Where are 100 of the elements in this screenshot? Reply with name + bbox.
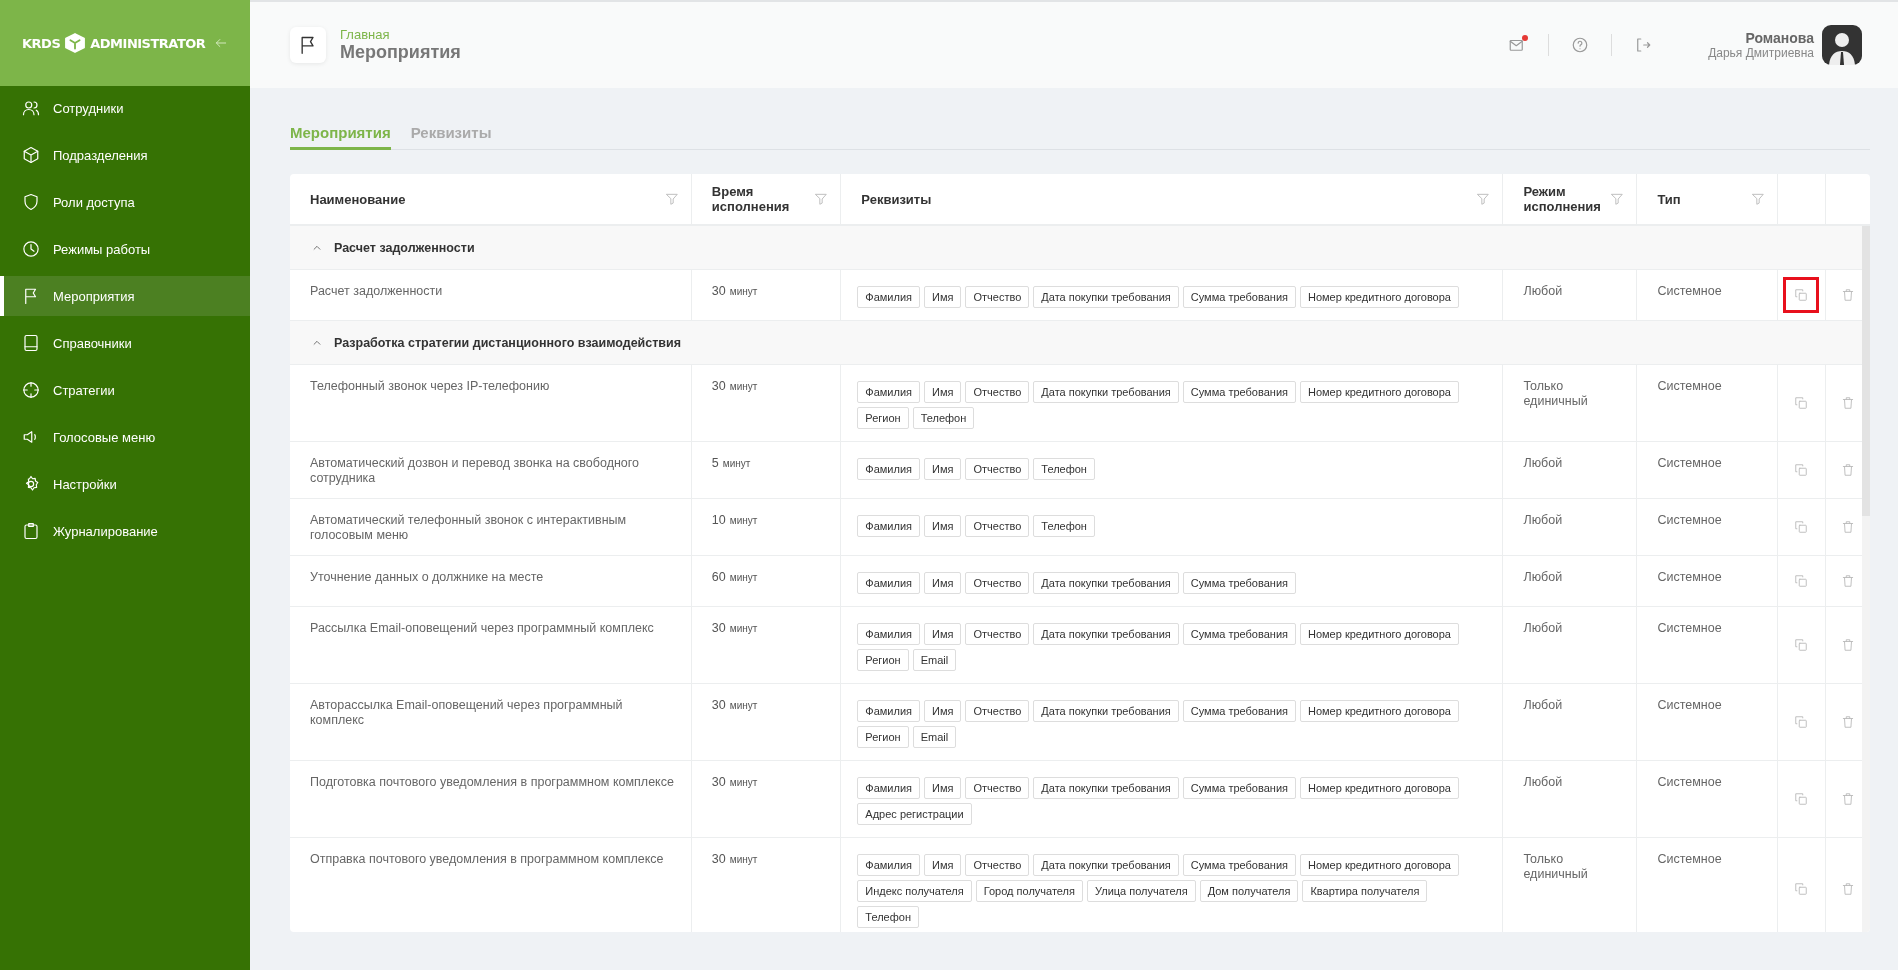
duration-value: 10 xyxy=(711,513,726,528)
table-cell: Только единичный xyxy=(1502,364,1637,442)
logout-icon xyxy=(1634,36,1653,54)
sidebar-item[interactable]: Голосовые меню xyxy=(0,417,250,457)
table-cell: Любой xyxy=(1502,760,1637,838)
requisite-tag: Номер кредитного договора xyxy=(1300,700,1459,722)
requisite-tag: Сумма требования xyxy=(1182,854,1296,876)
requisite-tag: Номер кредитного договора xyxy=(1300,777,1459,799)
sidebar-item[interactable]: Справочники xyxy=(0,323,250,363)
requisite-tag: Дом получателя xyxy=(1199,880,1299,902)
clock-icon xyxy=(22,240,40,258)
requisite-tag: Телефон xyxy=(1033,515,1095,537)
requisite-tag: Фамилия xyxy=(857,777,921,799)
duration-value: 30 xyxy=(711,284,726,299)
sidebar-item[interactable]: Журналирование xyxy=(0,511,250,551)
duration-unit: минут xyxy=(722,457,751,471)
table-cell: Любой xyxy=(1502,683,1637,761)
column-header[interactable]: Тип xyxy=(1657,191,1681,207)
requisite-tag: Сумма требования xyxy=(1182,623,1296,645)
duration-value: 30 xyxy=(711,698,726,713)
duration-unit: минут xyxy=(729,514,758,528)
requisite-tag: Дата покупки требования xyxy=(1033,623,1179,645)
duration-value: 60 xyxy=(711,570,726,585)
copy-icon xyxy=(1794,463,1809,477)
sidebar-item[interactable]: Мероприятия xyxy=(0,276,250,316)
duration-unit: минут xyxy=(729,571,758,585)
requisite-tag: Email xyxy=(912,726,957,748)
duration-unit: минут xyxy=(729,622,758,636)
duration-unit: минут xyxy=(729,699,758,713)
requisite-tag: Фамилия xyxy=(857,286,921,308)
trash-icon xyxy=(1840,715,1855,729)
shield-icon xyxy=(22,193,40,211)
requisite-tag: Улица получателя xyxy=(1086,880,1196,902)
trash-icon xyxy=(1840,463,1855,477)
copy-icon xyxy=(1794,520,1809,534)
copy-icon xyxy=(1794,792,1809,806)
sidebar-item[interactable]: Подразделения xyxy=(0,135,250,175)
sidebar-item[interactable]: Настройки xyxy=(0,464,250,504)
column-header[interactable]: Наименование xyxy=(310,191,406,207)
help-icon xyxy=(1571,36,1590,54)
logo-text: KRDS xyxy=(22,35,61,51)
table-cell: Автоматический телефонный звонок с интерактивным голосовым меню xyxy=(290,498,692,556)
user-first-names: Дарья Дмитриевна xyxy=(1708,46,1814,60)
table-cell: Системное xyxy=(1636,441,1778,499)
requisite-tag: Сумма требования xyxy=(1182,777,1296,799)
duration-value: 30 xyxy=(711,621,726,636)
users-icon xyxy=(22,99,40,117)
copy-icon xyxy=(1794,574,1809,588)
copy-icon xyxy=(1794,396,1809,410)
table-cell: Авторассылка Email-оповещений через программный комплекс xyxy=(290,683,692,761)
sidebar-item[interactable]: Сотрудники xyxy=(0,88,250,128)
table-cell: Любой xyxy=(1502,441,1637,499)
cube-icon xyxy=(22,146,40,164)
table-cell: Отправка почтового уведомления в программном комплексе xyxy=(290,837,692,932)
page-title: Мероприятия xyxy=(340,42,461,63)
column-header[interactable]: Реквизиты xyxy=(861,191,932,207)
trash-icon xyxy=(1840,396,1855,410)
group-title: Разработка стратегии дистанционного взаимодействия xyxy=(334,335,682,350)
table-cell: Автоматический дозвон и перевод звонка на свободного сотрудника xyxy=(290,441,692,499)
requisite-tag: Фамилия xyxy=(857,515,921,537)
table-cell: Любой xyxy=(1502,498,1637,556)
requisite-tag: Отчество xyxy=(965,700,1030,722)
requisite-tag: Отчество xyxy=(965,515,1030,537)
duration-unit: минут xyxy=(729,776,758,790)
requisite-tag: Имя xyxy=(924,700,962,722)
requisite-tag: Номер кредитного договора xyxy=(1300,381,1459,403)
requisite-tag: Фамилия xyxy=(857,700,921,722)
sidebar-item[interactable]: Стратегии xyxy=(0,370,250,410)
duration-value: 5 xyxy=(711,456,719,471)
trash-icon xyxy=(1840,288,1855,302)
scrollbar[interactable] xyxy=(1862,226,1870,932)
table-cell: Уточнение данных о должнике на месте xyxy=(290,555,692,607)
clipboard-icon xyxy=(22,522,40,540)
requisite-tag: Отчество xyxy=(965,381,1030,403)
trash-icon xyxy=(1840,882,1855,896)
table-cell: Любой xyxy=(1502,606,1637,684)
table-cell: Системное xyxy=(1636,555,1778,607)
sidebar-item[interactable]: Режимы работы xyxy=(0,229,250,269)
requisite-tag: Дата покупки требования xyxy=(1033,777,1179,799)
duration-unit: минут xyxy=(729,285,758,299)
requisite-tag: Телефон xyxy=(912,407,975,429)
column-header[interactable]: Режим исполнения xyxy=(1523,184,1611,214)
requisite-tag: Email xyxy=(912,649,957,671)
requisite-tag: Дата покупки требования xyxy=(1033,381,1179,403)
requisite-tag: Отчество xyxy=(965,854,1030,876)
copy-icon xyxy=(1794,715,1809,729)
copy-icon xyxy=(1794,882,1809,896)
sidebar-item[interactable]: Роли доступа xyxy=(0,182,250,222)
copy-button[interactable] xyxy=(1783,277,1820,313)
requisite-tag: Сумма требования xyxy=(1182,572,1296,594)
requisite-tag: Отчество xyxy=(965,572,1030,594)
trash-icon xyxy=(1840,574,1855,588)
duration-value: 30 xyxy=(711,852,726,867)
requisite-tag: Отчество xyxy=(965,286,1030,308)
requisite-tag: Имя xyxy=(924,623,962,645)
duration-unit: минут xyxy=(729,853,758,867)
column-header[interactable]: Время исполнения xyxy=(711,184,802,214)
table-cell: Системное xyxy=(1636,269,1778,321)
table-cell: Системное xyxy=(1636,837,1778,932)
requisite-tag: Регион xyxy=(857,649,909,671)
